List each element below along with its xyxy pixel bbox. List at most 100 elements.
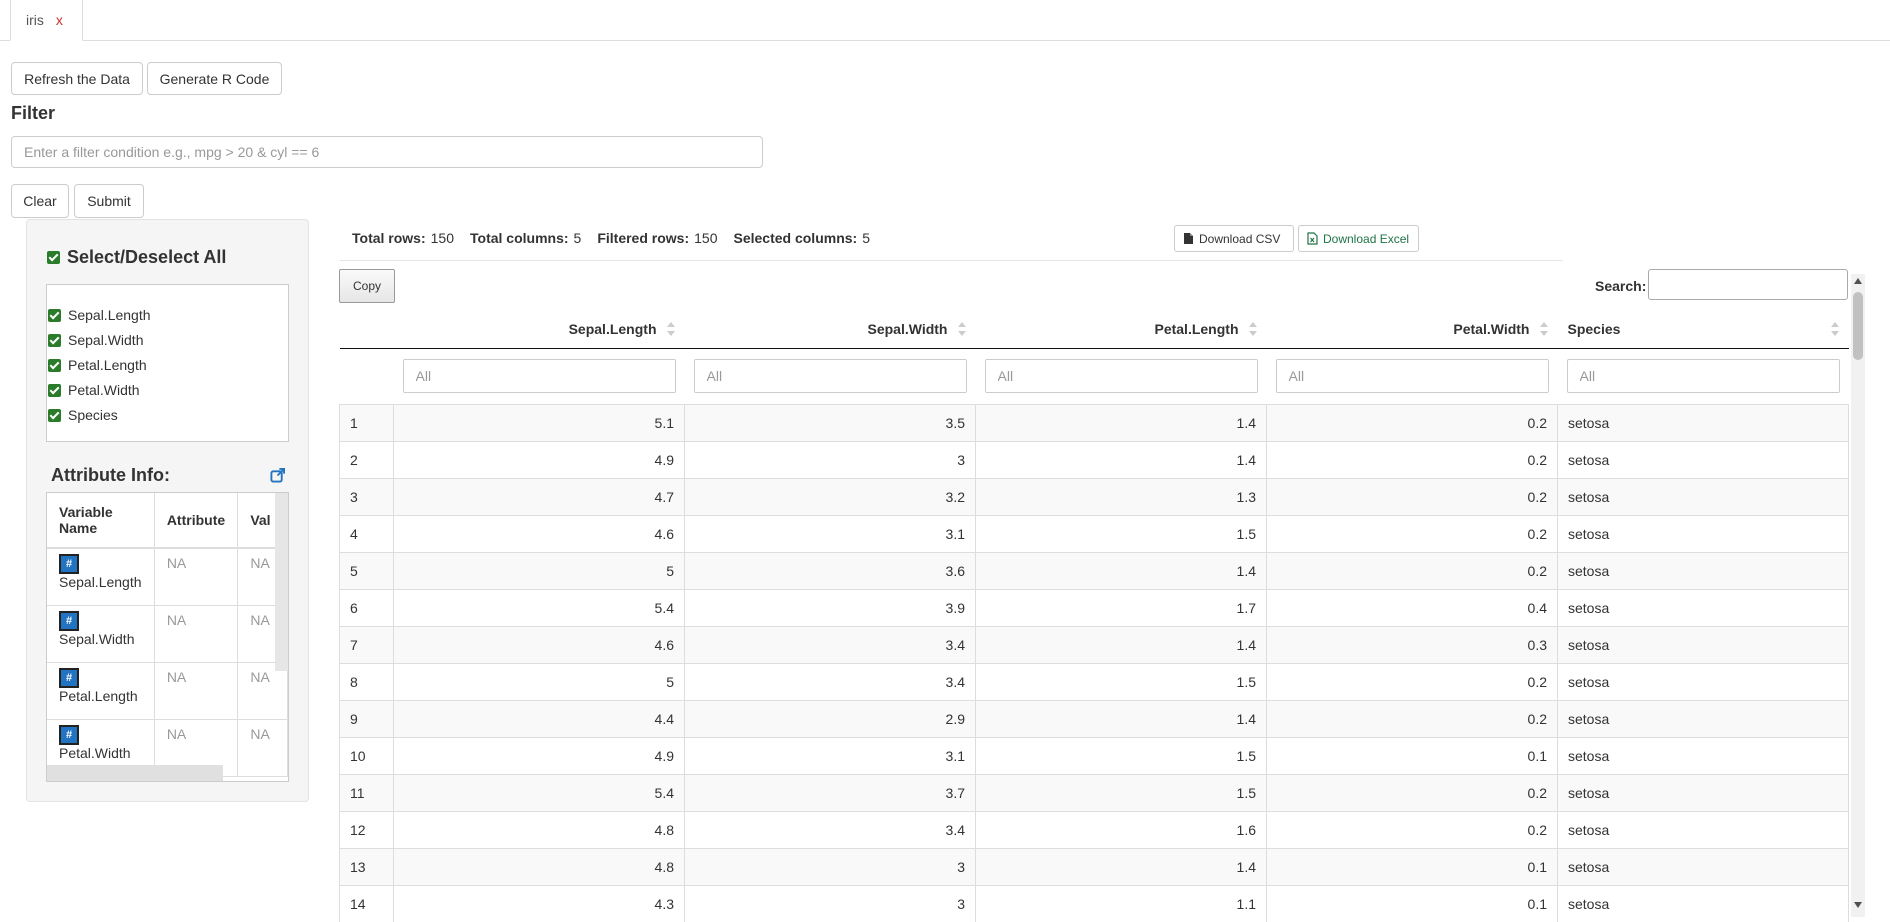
numeric-type-icon: # [59,724,79,745]
attribute-info-table: Variable Name Attribute Val # Sepal.Lengt… [47,493,288,777]
attr-horizontal-scrollbar[interactable] [47,765,223,781]
download-csv-button[interactable]: Download CSV [1174,225,1294,252]
table-cell: 0.2 [1266,699,1558,737]
column-header-sepal-width[interactable]: Sepal.Width [684,310,976,349]
sort-icon [1539,321,1548,336]
table-cell: 1.5 [975,773,1267,811]
clear-button[interactable]: Clear [11,184,69,218]
table-cell: 1.5 [975,514,1267,552]
column-checkbox-species[interactable]: Species [48,407,118,423]
attr-row: # Sepal.Width NA NA [47,605,288,663]
table-header-row: Sepal.Length Sepal.Width Petal.Length Pe… [339,310,1849,349]
table-cell: setosa [1557,662,1849,700]
table-cell: 3.4 [684,625,976,663]
table-row[interactable]: 1 5.1 3.5 1.4 0.2 setosa [339,403,1849,441]
tab-close-icon[interactable]: x [56,12,63,28]
checkbox-icon [48,383,61,397]
filtered-rows-value: 150 [694,230,718,246]
filter-input[interactable] [11,136,763,168]
sort-icon [957,321,966,336]
table-cell: 4.6 [393,625,685,663]
row-index-cell: 4 [339,514,394,552]
table-vertical-scrollbar[interactable] [1851,274,1865,917]
external-link-icon[interactable] [270,468,285,483]
attr-value: NA [250,555,270,571]
table-row[interactable]: 8 5 3.4 1.5 0.2 setosa [339,662,1849,700]
table-cell: setosa [1557,514,1849,552]
table-row[interactable]: 2 4.9 3 1.4 0.2 setosa [339,440,1849,478]
scroll-down-arrow-icon[interactable] [1854,902,1862,908]
column-header-petal-width[interactable]: Petal.Width [1266,310,1558,349]
search-input[interactable] [1648,269,1848,300]
table-row[interactable]: 6 5.4 3.9 1.7 0.4 setosa [339,588,1849,626]
table-cell: setosa [1557,773,1849,811]
column-header-sepal-length[interactable]: Sepal.Length [393,310,685,349]
download-csv-label: Download CSV [1199,231,1281,246]
refresh-data-button[interactable]: Refresh the Data [11,62,143,95]
column-filter-species[interactable] [1566,359,1840,393]
submit-button[interactable]: Submit [74,184,144,218]
table-row[interactable]: 11 5.4 3.7 1.5 0.2 setosa [339,773,1849,811]
generate-r-code-button[interactable]: Generate R Code [147,62,282,95]
table-cell: 1.4 [975,699,1267,737]
file-excel-icon [1307,232,1318,245]
download-excel-button[interactable]: Download Excel [1298,225,1419,252]
table-cell: 0.2 [1266,477,1558,515]
table-row[interactable]: 7 4.6 3.4 1.4 0.3 setosa [339,625,1849,663]
checkbox-icon [48,308,61,322]
table-cell: 0.1 [1266,884,1558,922]
table-row[interactable]: 12 4.8 3.4 1.6 0.2 setosa [339,810,1849,848]
table-cell: 3 [684,884,976,922]
table-scrollbar-thumb[interactable] [1853,292,1863,360]
table-row[interactable]: 13 4.8 3 1.4 0.1 setosa [339,847,1849,885]
table-cell: 3.4 [684,662,976,700]
row-index-cell: 9 [339,699,394,737]
total-columns-value: 5 [573,230,582,246]
select-all-checkbox[interactable]: Select/Deselect All [47,247,226,268]
scroll-up-arrow-icon[interactable] [1854,278,1862,284]
column-filter-sepal-length[interactable] [402,359,676,393]
table-row[interactable]: 14 4.3 3 1.1 0.1 setosa [339,884,1849,922]
table-cell: 4.8 [393,810,685,848]
table-row[interactable]: 10 4.9 3.1 1.5 0.1 setosa [339,736,1849,774]
copy-button[interactable]: Copy [339,269,395,303]
table-cell: setosa [1557,884,1849,922]
table-cell: 0.1 [1266,736,1558,774]
row-index-cell: 8 [339,662,394,700]
table-row[interactable]: 5 5 3.6 1.4 0.2 setosa [339,551,1849,589]
attr-vertical-scrollbar[interactable] [275,493,288,671]
row-index-cell: 11 [339,773,394,811]
table-cell: 3.4 [684,810,976,848]
table-cell: 4.4 [393,699,685,737]
table-row[interactable]: 9 4.4 2.9 1.4 0.2 setosa [339,699,1849,737]
row-index-cell: 6 [339,588,394,626]
checkbox-icon [48,333,61,347]
table-cell: 3.5 [684,403,976,441]
attr-attribute-value: NA [166,668,187,685]
table-cell: 1.5 [975,662,1267,700]
column-checkbox-petal-length[interactable]: Petal.Length [48,357,147,373]
column-checkbox-sepal-width[interactable]: Sepal.Width [48,332,143,348]
row-index-cell: 1 [339,403,394,441]
column-checkbox-sepal-length[interactable]: Sepal.Length [48,307,151,323]
table-cell: 5.4 [393,773,685,811]
column-checkbox-petal-width[interactable]: Petal.Width [48,382,140,398]
column-filter-sepal-width[interactable] [693,359,967,393]
table-cell: 4.9 [393,736,685,774]
tab-iris[interactable]: iris x [10,0,83,41]
column-header-label: Species [1567,320,1621,337]
column-header-label: Petal.Length [1154,320,1239,337]
column-filter-petal-width[interactable] [1275,359,1549,393]
table-cell: 5.1 [393,403,685,441]
column-filter-petal-length[interactable] [984,359,1258,393]
column-header-petal-length[interactable]: Petal.Length [975,310,1267,349]
table-row[interactable]: 3 4.7 3.2 1.3 0.2 setosa [339,477,1849,515]
filter-title: Filter [11,103,56,123]
total-columns-label: Total columns: [470,230,569,246]
numeric-type-icon: # [59,610,79,631]
column-checklist: Sepal.Length Sepal.Width Petal.Length Pe… [46,284,289,442]
table-row[interactable]: 4 4.6 3.1 1.5 0.2 setosa [339,514,1849,552]
tab-bar: iris x [0,0,1890,41]
column-header-species[interactable]: Species [1557,310,1849,349]
divider [340,260,1563,261]
